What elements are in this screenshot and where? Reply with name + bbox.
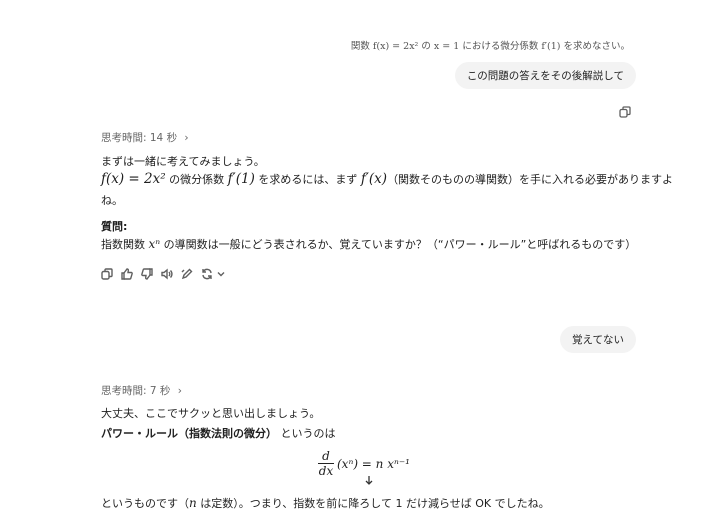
response1-line2-wrap: ね。 (101, 194, 123, 207)
response1-question: 指数関数 xⁿ の導関数は一般にどう表されるか、覚えていますか？（“パワー・ルー… (101, 237, 637, 251)
copy-icon[interactable] (619, 106, 631, 121)
response2-intro: 大丈夫、ここでサクッと思い出しましょう。 (101, 407, 321, 420)
user-message-2: 覚えてない (560, 326, 636, 353)
response1-intro: まずは一緒に考えてみましょう。 (101, 155, 265, 168)
power-rule-line: パワー・ルール（指数法則の微分） というのは (101, 427, 336, 440)
chevron-down-icon[interactable] (215, 268, 227, 280)
regenerate-icon[interactable] (201, 268, 213, 280)
question-label: 質問: (101, 220, 128, 233)
chevron-right-icon: › (177, 385, 182, 397)
response-actions (101, 268, 235, 280)
scroll-down-button[interactable] (361, 472, 377, 488)
response1-line2: f(x) = 2x² の微分係数 f′(1) を求めるには、まず f′(x)（関… (101, 171, 674, 187)
chevron-right-icon: › (184, 132, 189, 144)
thinking-time-2[interactable]: 思考時間: 7 秒 › (101, 383, 182, 398)
thinking-time-1[interactable]: 思考時間: 14 秒 › (101, 130, 189, 145)
user-message-1: この問題の答えをその後解説して (454, 62, 636, 89)
copy-icon[interactable] (101, 268, 113, 280)
speaker-icon[interactable] (161, 268, 173, 280)
thumbs-down-icon[interactable] (141, 268, 153, 280)
thumbs-up-icon[interactable] (121, 268, 133, 280)
edit-icon[interactable] (181, 268, 193, 280)
scroll-down-arrow-icon (365, 476, 373, 485)
question-text: 関数 f(x) = 2x² の x = 1 における微分係数 f′(1) を求め… (350, 41, 630, 52)
